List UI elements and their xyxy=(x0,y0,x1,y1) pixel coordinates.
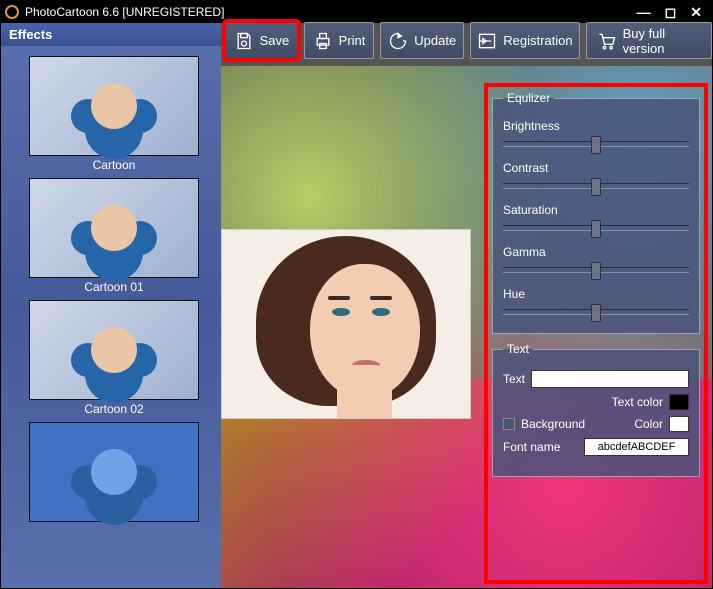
print-button[interactable]: Print xyxy=(304,22,374,59)
text-input[interactable] xyxy=(531,370,689,388)
text-legend: Text xyxy=(503,342,533,356)
slider-handle[interactable] xyxy=(591,178,601,196)
slider-handle[interactable] xyxy=(591,262,601,280)
gamma-slider[interactable] xyxy=(503,267,689,273)
toolbar: Save Print Update Registration Buy full … xyxy=(221,22,712,65)
print-icon xyxy=(313,31,333,51)
effect-label: Cartoon 02 xyxy=(29,402,199,416)
buy-label: Buy full version xyxy=(623,26,701,56)
slider-handle[interactable] xyxy=(591,304,601,322)
bg-color-swatch[interactable] xyxy=(669,416,689,432)
text-color-swatch[interactable] xyxy=(669,394,689,410)
update-label: Update xyxy=(414,33,456,48)
close-button[interactable]: ✕ xyxy=(690,4,702,21)
registration-label: Registration xyxy=(503,33,572,48)
text-color-label: Text color xyxy=(612,395,663,409)
brightness-slider[interactable] xyxy=(503,141,689,147)
equalizer-legend: Equlizer xyxy=(503,91,554,105)
effect-item[interactable] xyxy=(29,422,199,522)
preview-image xyxy=(221,229,471,419)
font-label: Font name xyxy=(503,440,560,454)
effect-label: Cartoon xyxy=(29,158,199,172)
equalizer-panel: Equlizer Brightness Contrast Saturation … xyxy=(492,91,700,334)
registration-icon xyxy=(477,31,497,51)
maximize-button[interactable]: ◻ xyxy=(665,4,677,21)
save-icon xyxy=(234,31,254,51)
hue-label: Hue xyxy=(503,287,689,301)
contrast-label: Contrast xyxy=(503,161,689,175)
slider-handle[interactable] xyxy=(591,220,601,238)
text-label: Text xyxy=(503,372,525,386)
cart-icon xyxy=(597,31,617,51)
bg-color-label: Color xyxy=(634,417,663,431)
save-label: Save xyxy=(260,33,290,48)
slider-handle[interactable] xyxy=(591,136,601,154)
saturation-slider[interactable] xyxy=(503,225,689,231)
update-icon xyxy=(388,31,408,51)
buy-button[interactable]: Buy full version xyxy=(586,22,712,59)
right-panels: Equlizer Brightness Contrast Saturation … xyxy=(484,83,708,584)
save-button[interactable]: Save xyxy=(225,22,298,59)
gamma-label: Gamma xyxy=(503,245,689,259)
effect-item-cartoon-02[interactable]: Cartoon 02 xyxy=(29,300,199,416)
effect-label: Cartoon 01 xyxy=(29,280,199,294)
text-panel: Text Text Text color Background Color Fo… xyxy=(492,342,700,477)
effects-sidebar: Effects Cartoon Cartoon 01 Cartoon 02 xyxy=(1,23,221,588)
update-button[interactable]: Update xyxy=(380,22,464,59)
app-title: PhotoCartoon 6.6 [UNREGISTERED] xyxy=(25,5,224,19)
effects-header: Effects xyxy=(1,23,221,46)
font-name-field[interactable]: abcdefABCDEF xyxy=(584,438,689,456)
brightness-label: Brightness xyxy=(503,119,689,133)
saturation-label: Saturation xyxy=(503,203,689,217)
effect-thumbnail xyxy=(29,56,199,156)
contrast-slider[interactable] xyxy=(503,183,689,189)
background-label: Background xyxy=(521,417,585,431)
print-label: Print xyxy=(339,33,366,48)
app-logo-icon xyxy=(5,5,19,19)
background-checkbox[interactable] xyxy=(503,418,515,430)
effect-thumbnail xyxy=(29,422,199,522)
effect-thumbnail xyxy=(29,300,199,400)
main-area: Save Print Update Registration Buy full … xyxy=(221,23,712,588)
hue-slider[interactable] xyxy=(503,309,689,315)
effect-item-cartoon-01[interactable]: Cartoon 01 xyxy=(29,178,199,294)
effect-thumbnail xyxy=(29,178,199,278)
title-bar: PhotoCartoon 6.6 [UNREGISTERED] — ◻ ✕ xyxy=(1,1,712,23)
minimize-button[interactable]: — xyxy=(637,4,651,21)
effects-list[interactable]: Cartoon Cartoon 01 Cartoon 02 xyxy=(1,46,221,588)
effect-item-cartoon[interactable]: Cartoon xyxy=(29,56,199,172)
registration-button[interactable]: Registration xyxy=(470,22,579,59)
